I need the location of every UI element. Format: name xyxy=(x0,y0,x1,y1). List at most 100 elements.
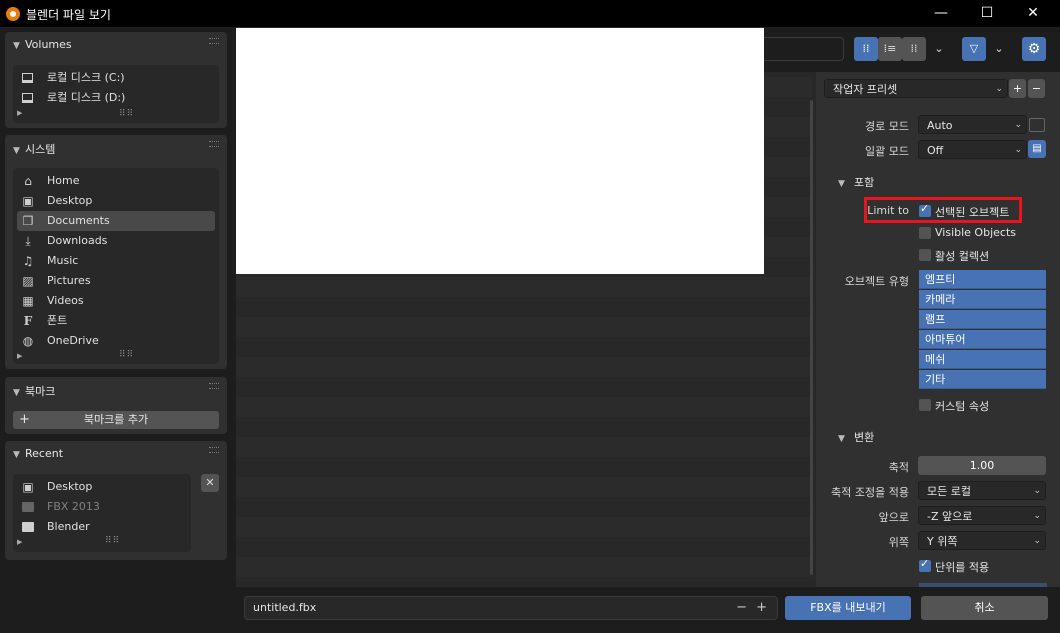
path-mode-dropdown[interactable]: Auto ⌄ xyxy=(918,115,1027,134)
settings-gear-icon[interactable]: ⚙ xyxy=(1022,37,1046,61)
scale-field[interactable]: 1.00 xyxy=(918,456,1046,475)
recent-header[interactable]: ▼ Recent xyxy=(13,447,63,463)
panel-grip-icon[interactable] xyxy=(209,141,219,147)
custom-properties-checkbox[interactable] xyxy=(919,399,931,411)
resize-handle-icon[interactable]: ⠿⠿ xyxy=(105,536,120,546)
recent-item-blender[interactable]: Blender xyxy=(17,517,187,537)
file-row xyxy=(236,557,812,577)
path-mode-label: 경로 모드 xyxy=(865,120,909,133)
minimize-button[interactable]: — xyxy=(918,0,964,27)
highlight-box xyxy=(864,197,1022,223)
filename-input[interactable]: untitled.fbx − + xyxy=(244,596,778,620)
filter-dropdown-icon[interactable]: ⌄ xyxy=(988,37,1010,61)
blender-logo-icon xyxy=(6,7,20,21)
resize-handle-icon[interactable]: ⠿⠿ xyxy=(119,350,134,360)
operator-presets-dropdown[interactable]: 작업자 프리셋 ⌄ xyxy=(824,79,1008,98)
increment-filename-button[interactable]: + xyxy=(756,597,767,619)
filter-search-field[interactable] xyxy=(764,37,844,61)
system-panel: ▼ 시스템 ⌂ Home ▣ Desktop ❐ Documents ⤓ Download… xyxy=(5,135,227,369)
system-item-videos[interactable]: ▦ Videos xyxy=(17,291,215,311)
object-type-empty-toggle[interactable]: 엠프티 xyxy=(919,270,1046,289)
system-item-fonts[interactable]: F 폰트 xyxy=(17,311,215,331)
recent-item-fbx-2013[interactable]: FBX 2013 xyxy=(17,497,187,517)
visible-objects-label: Visible Objects xyxy=(935,226,1016,239)
forward-axis-dropdown[interactable]: -Z 앞으로 ⌄ xyxy=(918,506,1046,525)
batch-mode-dropdown[interactable]: Off ⌄ xyxy=(918,140,1027,159)
desktop-icon: ▣ xyxy=(22,480,34,494)
active-collection-checkbox[interactable] xyxy=(919,249,931,261)
apply-scaling-label: 축적 조정을 적용 xyxy=(831,486,909,499)
system-item-pictures[interactable]: ▨ Pictures xyxy=(17,271,215,291)
top-toolbar: ⁞⁞ ⁞≡ ⁞⁞ ⌄ ▽ ⌄ ⚙ xyxy=(764,27,1060,72)
video-icon: ▦ xyxy=(22,294,34,308)
add-preset-button[interactable]: + xyxy=(1009,79,1026,98)
active-collection-label: 활성 컬렉션 xyxy=(935,250,990,263)
drive-icon xyxy=(22,93,33,103)
cancel-button[interactable]: 취소 xyxy=(921,596,1048,620)
folder-icon xyxy=(22,502,34,512)
maximize-button[interactable]: ☐ xyxy=(964,0,1010,27)
drive-icon xyxy=(22,73,33,83)
export-fbx-button[interactable]: FBX를 내보내기 xyxy=(785,596,911,620)
custom-properties-label: 커스텀 속성 xyxy=(935,400,990,413)
panel-grip-icon[interactable] xyxy=(209,447,219,453)
system-item-home[interactable]: ⌂ Home xyxy=(17,171,215,191)
visible-objects-checkbox[interactable] xyxy=(919,227,931,239)
up-axis-dropdown[interactable]: Y 위쪽 ⌄ xyxy=(918,531,1046,550)
decrement-filename-button[interactable]: − xyxy=(736,597,747,619)
expand-triangle-icon[interactable]: ▶ xyxy=(17,538,22,546)
expand-triangle-icon[interactable]: ▶ xyxy=(17,109,22,117)
object-type-other-toggle[interactable]: 기타 xyxy=(919,370,1046,389)
chevron-down-icon: ⌄ xyxy=(1033,511,1041,521)
view-dropdown-icon[interactable]: ⌄ xyxy=(928,37,950,61)
globe-icon: ◍ xyxy=(22,334,34,348)
file-row xyxy=(236,317,812,337)
system-item-music[interactable]: ♫ Music xyxy=(17,251,215,271)
system-item-documents[interactable]: ❐ Documents xyxy=(17,211,215,231)
include-section-header[interactable]: ▼ 포함 xyxy=(838,174,874,190)
chevron-down-icon: ▼ xyxy=(13,41,20,51)
system-item-downloads[interactable]: ⤓ Downloads xyxy=(17,231,215,251)
system-list: ⌂ Home ▣ Desktop ❐ Documents ⤓ Downloads ♫ Mu… xyxy=(13,168,219,364)
system-item-desktop[interactable]: ▣ Desktop xyxy=(17,191,215,211)
font-icon: F xyxy=(23,314,33,328)
chevron-down-icon: ⌄ xyxy=(995,84,1003,94)
clear-recent-button[interactable]: ✕ xyxy=(201,474,219,492)
file-row xyxy=(236,397,812,417)
apply-unit-label: 단위를 적용 xyxy=(935,561,990,574)
batch-own-dir-icon[interactable]: ▤ xyxy=(1028,140,1046,158)
volumes-header[interactable]: ▼ Volumes xyxy=(13,38,72,54)
close-window-button[interactable]: ✕ xyxy=(1010,0,1056,27)
recent-item-desktop[interactable]: ▣ Desktop xyxy=(17,477,187,497)
apply-unit-checkbox[interactable] xyxy=(919,557,931,572)
object-type-camera-toggle[interactable]: 카메라 xyxy=(919,290,1046,309)
desktop-icon: ▣ xyxy=(22,194,34,208)
chevron-down-icon: ▼ xyxy=(13,146,20,156)
plus-icon: + xyxy=(19,412,30,427)
file-row xyxy=(236,477,812,497)
add-bookmark-button[interactable]: + 북마크를 추가 xyxy=(13,411,219,429)
vertical-list-view-button[interactable]: ⁞⁞ xyxy=(854,37,878,61)
panel-grip-icon[interactable] xyxy=(209,38,219,44)
system-header[interactable]: ▼ 시스템 xyxy=(13,141,55,157)
file-row xyxy=(236,437,812,457)
embed-textures-icon[interactable] xyxy=(1029,118,1045,132)
thumbnail-view-button[interactable]: ⁞⁞ xyxy=(902,37,926,61)
horizontal-list-view-button[interactable]: ⁞≡ xyxy=(878,37,902,61)
object-type-armature-toggle[interactable]: 아마튜어 xyxy=(919,330,1046,349)
bookmarks-header[interactable]: ▼ 북마크 xyxy=(13,383,55,399)
volume-c[interactable]: 로컬 디스크 (C:) xyxy=(17,68,215,88)
panel-grip-icon[interactable] xyxy=(209,383,219,389)
remove-preset-button[interactable]: − xyxy=(1028,79,1045,98)
resize-handle-icon[interactable]: ⠿⠿ xyxy=(119,109,134,119)
file-list-scrollbar[interactable] xyxy=(810,100,813,575)
transform-section-header[interactable]: ▼ 변환 xyxy=(838,429,874,445)
filter-icon[interactable]: ▽ xyxy=(962,37,986,61)
object-type-mesh-toggle[interactable]: 메쉬 xyxy=(919,350,1046,369)
sidebar: ▼ Volumes 로컬 디스크 (C:) 로컬 디스크 (D:) ▶ ⠿⠿ ▼ 시… xyxy=(0,27,232,633)
system-item-onedrive[interactable]: ◍ OneDrive xyxy=(17,331,215,351)
volume-d[interactable]: 로컬 디스크 (D:) xyxy=(17,88,215,108)
expand-triangle-icon[interactable]: ▶ xyxy=(17,352,22,360)
object-type-lamp-toggle[interactable]: 램프 xyxy=(919,310,1046,329)
apply-scaling-dropdown[interactable]: 모든 로컬 ⌄ xyxy=(918,481,1046,500)
